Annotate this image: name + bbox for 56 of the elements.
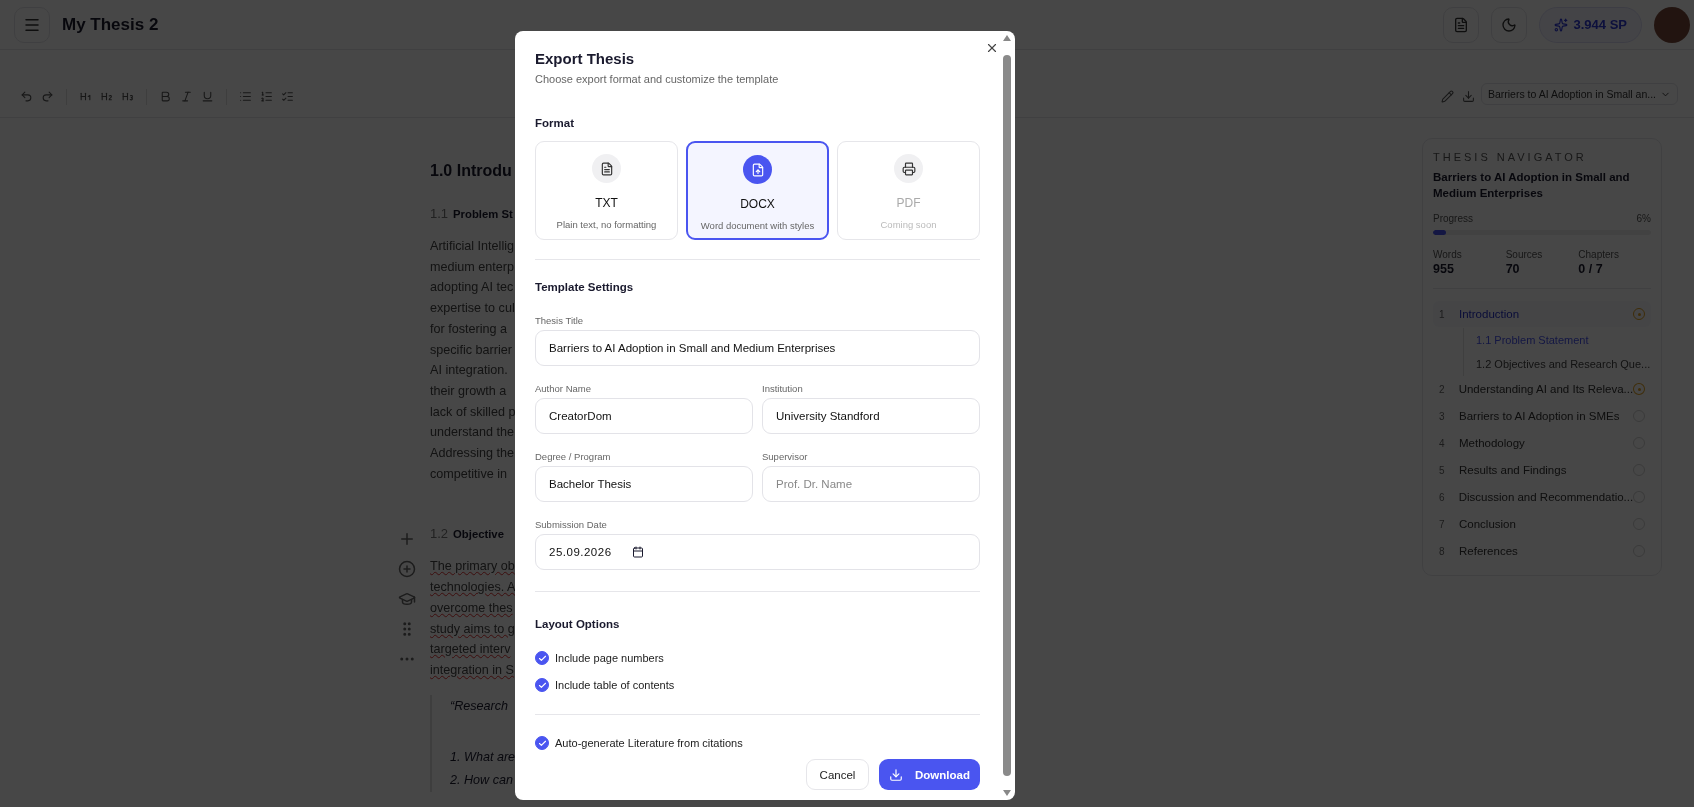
- chapter-title: Methodology: [1459, 437, 1526, 449]
- date-field[interactable]: 25.09.2026: [535, 534, 980, 570]
- checkbox-label: Include page numbers: [555, 652, 664, 664]
- check-icon: [537, 738, 547, 748]
- chapter-title: Results and Findings: [1459, 464, 1568, 476]
- chapter-heading: 1.0 Introdu: [430, 162, 512, 181]
- checkbox[interactable]: [535, 736, 549, 750]
- scroll-up-icon[interactable]: [1003, 35, 1011, 41]
- chapter-title: Introduction: [1459, 308, 1521, 320]
- quote-line: “Research: [450, 697, 509, 715]
- input-field[interactable]: University Standford: [762, 398, 980, 434]
- download-icon: [889, 767, 903, 782]
- field-label: Supervisor: [762, 451, 809, 462]
- check-icon: [537, 653, 547, 663]
- cancel-button[interactable]: Cancel: [806, 759, 869, 790]
- stat-value: 70: [1505, 262, 1521, 276]
- close-icon[interactable]: [985, 41, 999, 55]
- quote-line: 2. How can: [450, 771, 513, 789]
- quote-line: 1. What are: [450, 748, 516, 766]
- format-option[interactable]: TXT Plain text, no formatting: [535, 141, 678, 240]
- check-icon: [537, 680, 547, 690]
- scroll-down-icon[interactable]: [1003, 790, 1011, 796]
- file-icon: [743, 155, 772, 184]
- calendar-icon[interactable]: [631, 546, 644, 558]
- field-label: Institution: [762, 383, 804, 394]
- checkbox-label: Include table of contents: [555, 679, 675, 691]
- chapter-title: References: [1459, 545, 1519, 557]
- section-heading: Layout Options: [535, 618, 621, 630]
- document-title: My Thesis 2: [62, 14, 159, 35]
- printer-icon: [894, 154, 923, 183]
- chapter-title: Discussion and Recommendatio...: [1458, 491, 1634, 503]
- input-field[interactable]: Bachelor Thesis: [535, 466, 753, 502]
- section-heading: Problem St: [453, 208, 513, 220]
- input-field[interactable]: CreatorDom: [535, 398, 753, 434]
- format-option[interactable]: DOCX Word document with styles: [686, 141, 829, 240]
- download-button[interactable]: Download: [879, 759, 980, 790]
- checkbox-label: Auto-generate Literature from citations: [555, 737, 743, 749]
- dialog-title: Export Thesis: [535, 50, 636, 67]
- field-label: Submission Date: [535, 519, 608, 530]
- field-label: Author Name: [535, 383, 592, 394]
- checkbox[interactable]: [535, 678, 549, 692]
- dialog-subtitle: Choose export format and customize the template: [535, 73, 780, 85]
- field-label: Thesis Title: [535, 315, 585, 326]
- file-icon: [592, 154, 621, 183]
- scrollbar-thumb[interactable]: [1003, 55, 1011, 776]
- stat-value: 955: [1433, 262, 1455, 276]
- chapter-title: Conclusion: [1459, 518, 1517, 530]
- input-field[interactable]: Prof. Dr. Name: [762, 466, 980, 502]
- section-heading: Objective: [453, 528, 504, 541]
- field-label: Degree / Program: [535, 451, 612, 462]
- section-heading: Format: [535, 117, 575, 129]
- checkbox[interactable]: [535, 651, 549, 665]
- section-heading: Template Settings: [535, 281, 635, 293]
- stat-value: 0 / 7: [1578, 262, 1604, 276]
- input-field[interactable]: Barriers to AI Adoption in Small and Medium Enterprises: [535, 330, 980, 366]
- thesis-title: Barriers to AI Adoption in Small and Medium Enterprises: [1433, 170, 1631, 201]
